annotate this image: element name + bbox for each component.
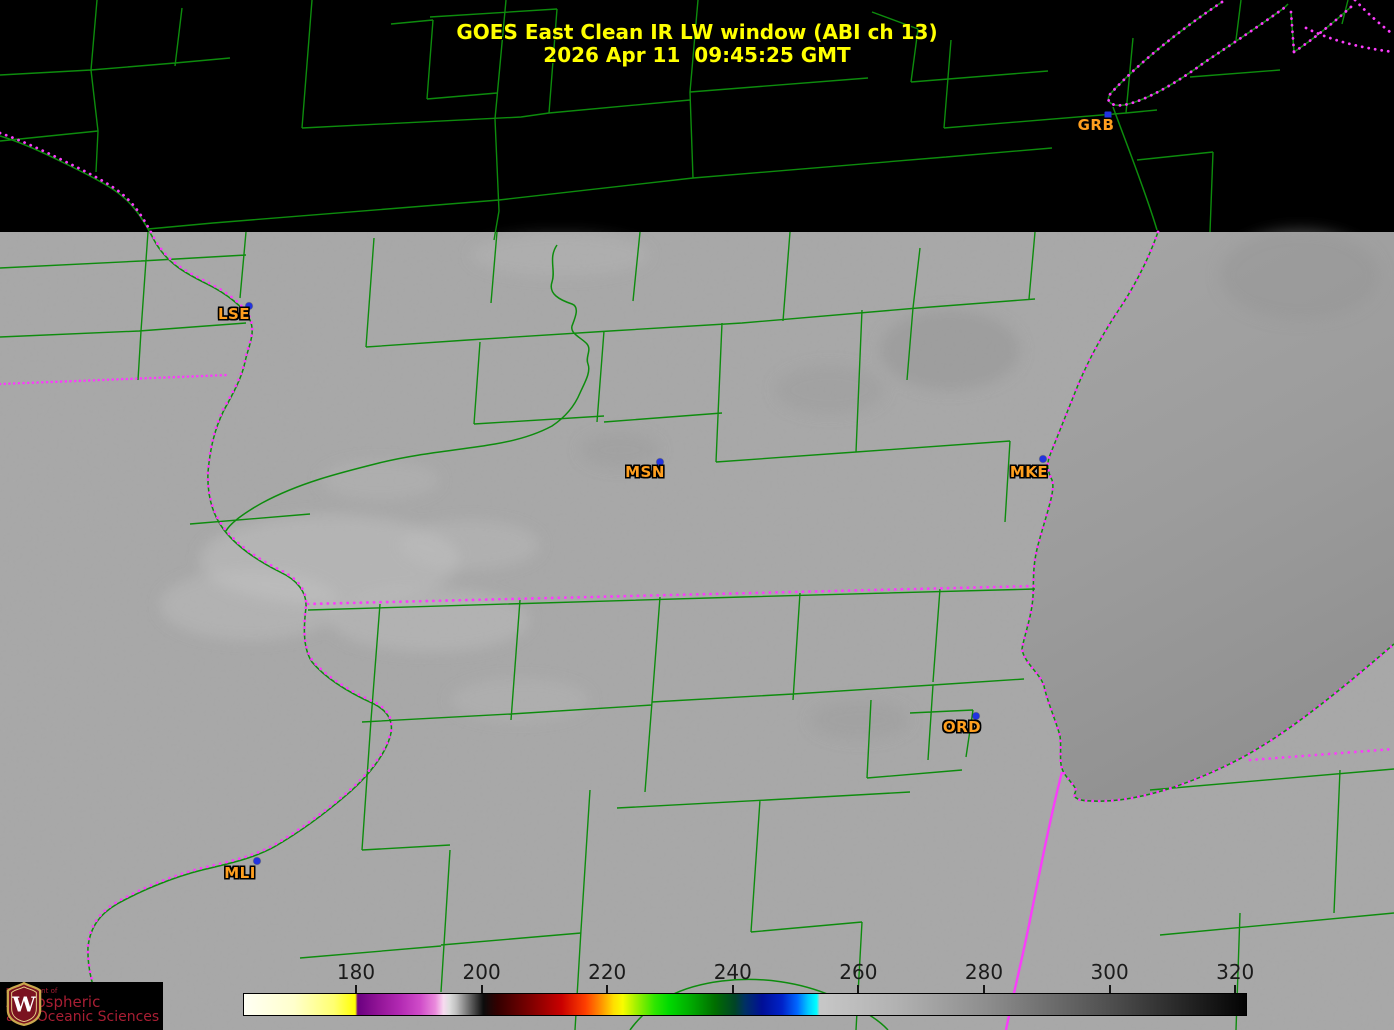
ir-scene — [0, 230, 1394, 1030]
colorbar-tick-label-300: 300 — [1091, 960, 1129, 984]
satellite-image-viewer: GOES East Clean IR LW window (ABI ch 13)… — [0, 0, 1394, 1030]
colorbar-tick-260 — [857, 985, 859, 993]
colorbar-tick-label-320: 320 — [1216, 960, 1254, 984]
colorbar-tick-180 — [355, 985, 357, 993]
station-label-mke: MKE — [1010, 463, 1048, 481]
colorbar-gradient — [243, 993, 1247, 1016]
station-label-lse: LSE — [218, 305, 250, 323]
colorbar-tick-320 — [1234, 985, 1236, 993]
colorbar-tick-label-280: 280 — [965, 960, 1003, 984]
uw-aos-logo: W Department of Atmospheric and Oceanic … — [0, 982, 163, 1030]
satellite-map-canvas — [0, 0, 1394, 1030]
colorbar-tick-240 — [732, 985, 734, 993]
colorbar-tick-label-180: 180 — [337, 960, 375, 984]
colorbar-tick-220 — [606, 985, 608, 993]
station-label-ord: ORD — [943, 718, 981, 736]
colorbar-tick-label-240: 240 — [714, 960, 752, 984]
svg-text:W: W — [11, 992, 36, 1017]
station-label-msn: MSN — [625, 463, 665, 481]
title-line1: GOES East Clean IR LW window (ABI ch 13) — [456, 20, 937, 44]
colorbar-tick-label-260: 260 — [839, 960, 877, 984]
colorbar-tick-280 — [983, 985, 985, 993]
colorbar-tick-label-200: 200 — [463, 960, 501, 984]
colorbar-tick-label-220: 220 — [588, 960, 626, 984]
title-line2: 2026 Apr 11 09:45:25 GMT — [543, 43, 850, 67]
colorbar-tick-200 — [481, 985, 483, 993]
station-dot-mke — [1040, 456, 1047, 463]
station-label-grb: GRB — [1078, 116, 1115, 134]
uw-crest-icon: W — [5, 982, 43, 1026]
image-title: GOES East Clean IR LW window (ABI ch 13)… — [456, 21, 937, 67]
colorbar-tick-300 — [1109, 985, 1111, 993]
station-label-mli: MLI — [224, 864, 256, 882]
